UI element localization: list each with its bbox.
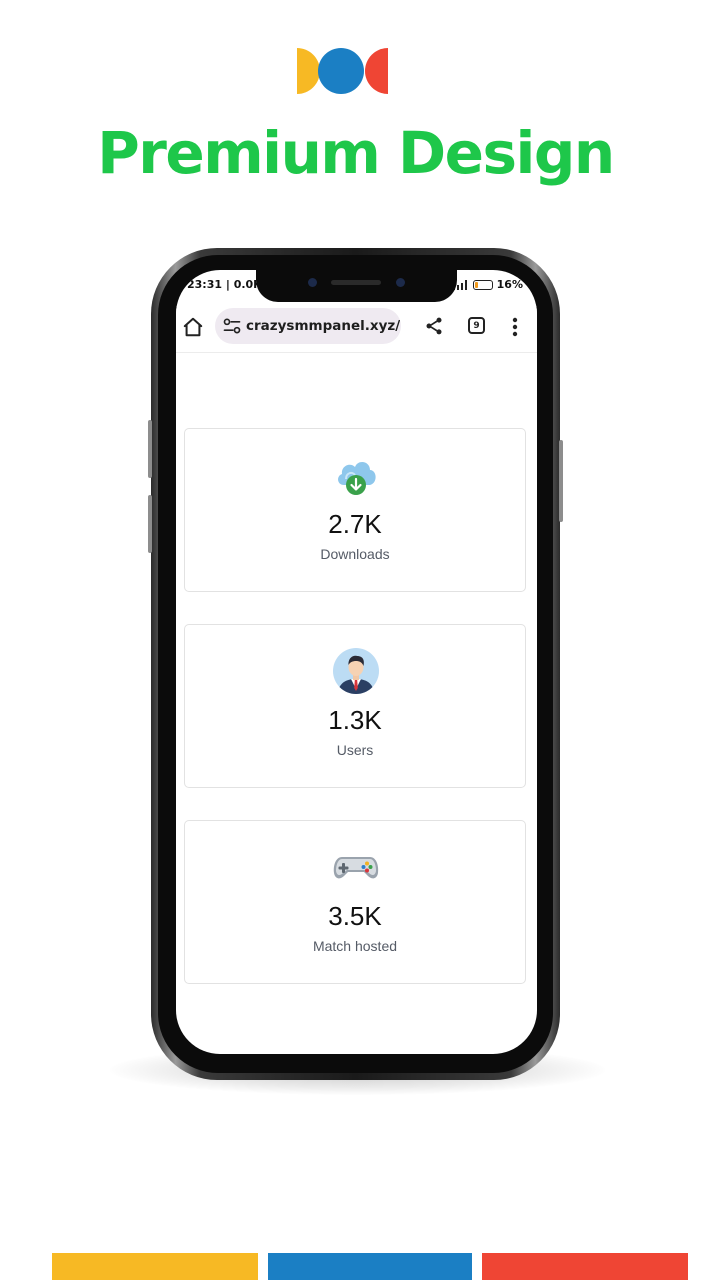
headline-title: Premium Design [97, 119, 615, 187]
color-bar-blue [268, 1253, 472, 1280]
promo-canvas: Premium Design 23:31 | 0.0K 16% crazysmm… [0, 0, 711, 1280]
tab-switcher-button[interactable]: 9 [468, 317, 485, 334]
brand-logo-icon [297, 48, 388, 94]
battery-icon [472, 279, 493, 290]
gamepad-icon [333, 857, 379, 879]
status-bar-time: 23:31 | 0.0K [187, 278, 262, 291]
phone-power-button [559, 440, 563, 522]
address-bar-url: crazysmmpanel.xyz/ [246, 318, 401, 334]
site-settings-icon[interactable] [222, 316, 242, 336]
phone-notch [256, 270, 457, 302]
share-icon[interactable] [424, 316, 444, 336]
stat-label: Users [336, 742, 374, 758]
user-avatar-icon [333, 648, 379, 694]
home-icon[interactable] [182, 316, 204, 338]
stat-label: Downloads [320, 546, 390, 562]
overflow-menu-icon[interactable] [510, 316, 520, 338]
phone-volume-down-button [148, 495, 152, 553]
status-bar-right: 16% [452, 278, 523, 291]
front-camera-icon [308, 278, 317, 287]
address-bar[interactable]: crazysmmpanel.xyz/ [215, 308, 401, 344]
proximity-sensor-icon [396, 278, 405, 287]
stat-value: 3.5K [328, 901, 382, 931]
stat-value: 2.7K [328, 509, 382, 539]
phone-volume-up-button [148, 420, 152, 478]
color-bar-red [482, 1253, 688, 1280]
stat-card-users: 1.3K Users [184, 624, 526, 788]
phone-screen: 23:31 | 0.0K 16% crazysmmpanel.xyz/ 9 2.… [176, 270, 537, 1054]
battery-percent: 16% [496, 278, 523, 291]
earpiece-speaker [331, 280, 381, 285]
stat-card-downloads: 2.7K Downloads [184, 428, 526, 592]
browser-toolbar: crazysmmpanel.xyz/ 9 [176, 306, 537, 353]
cloud-download-icon [338, 461, 376, 495]
stat-card-matches: 3.5K Match hosted [184, 820, 526, 984]
stat-value: 1.3K [328, 705, 382, 735]
color-bar-yellow [52, 1253, 258, 1280]
stat-label: Match hosted [312, 938, 398, 954]
